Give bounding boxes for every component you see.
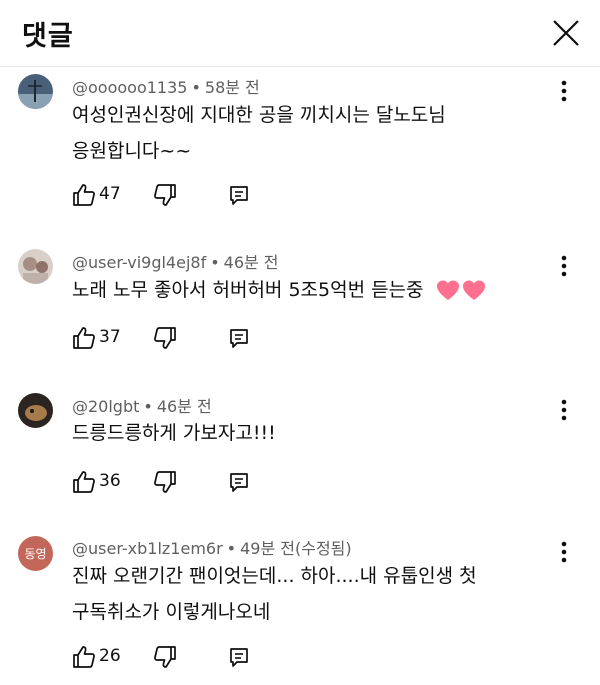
reply-icon[interactable] <box>228 324 250 352</box>
like-count: 37 <box>99 327 121 347</box>
comment-author[interactable]: @user-xb1lz1em6r <box>72 539 223 558</box>
avatar[interactable]: 동영 <box>18 536 53 571</box>
like-count: 36 <box>99 471 121 491</box>
more-options-icon[interactable] <box>556 78 572 104</box>
comment-text-line: 여성인권신장에 지대한 공을 끼치시는 달노도님 <box>72 104 446 126</box>
comment-text: 여성인권신장에 지대한 공을 끼치시는 달노도님 응원합니다~~ <box>72 97 446 169</box>
dislike-icon[interactable] <box>153 181 177 209</box>
comment-meta: @oooooo1135 • 58분 전 <box>72 78 260 97</box>
dislike-icon[interactable] <box>153 468 177 496</box>
like-count: 26 <box>99 646 121 666</box>
avatar[interactable] <box>18 393 53 428</box>
comment-text-line: 드릉드릉하게 가보자고!!! <box>72 422 276 444</box>
comment-item: @user-vi9gl4ej8f • 46분 전 노래 노무 좋아서 허버허버 5조… <box>0 245 600 365</box>
comment-text-line: 구독취소가 이렇게나오네 <box>72 601 271 623</box>
reply-icon[interactable] <box>228 643 250 671</box>
like-count: 47 <box>99 184 121 204</box>
comment-meta: @user-xb1lz1em6r • 49분 전(수정됨) <box>72 539 352 558</box>
dislike-icon[interactable] <box>153 643 177 671</box>
comment-author[interactable]: @20lgbt <box>72 397 139 416</box>
comment-time: 58분 전 <box>204 78 260 97</box>
comment-time: 46분 전 <box>223 253 279 272</box>
comment-text: 진짜 오랜기간 팬이엇는데... 하아....내 유툽인생 첫 구독취소가 이렇… <box>72 558 477 630</box>
avatar[interactable] <box>18 74 53 109</box>
comment-author[interactable]: @oooooo1135 <box>72 78 187 97</box>
comment-text-line: 응원합니다~~ <box>72 140 192 162</box>
reply-icon[interactable] <box>228 181 250 209</box>
avatar-initials: 동영 <box>24 547 47 561</box>
comment-text-line: 진짜 오랜기간 팬이엇는데... 하아....내 유툽인생 첫 <box>72 565 477 587</box>
more-options-icon[interactable] <box>556 253 572 279</box>
close-icon[interactable] <box>549 16 583 50</box>
more-options-icon[interactable] <box>556 397 572 423</box>
like-icon[interactable] <box>72 643 96 671</box>
dislike-icon[interactable] <box>153 324 177 352</box>
comment-meta: @20lgbt • 46분 전 <box>72 397 212 416</box>
more-options-icon[interactable] <box>556 539 572 565</box>
panel-title: 댓글 <box>22 21 74 52</box>
comment-text-line: 노래 노무 좋아서 허버허버 5조5억번 듣는중 <box>72 279 424 301</box>
like-icon[interactable] <box>72 324 96 352</box>
comment-meta: @user-vi9gl4ej8f • 46분 전 <box>72 253 279 272</box>
comment-time: 49분 전(수정됨) <box>240 539 352 558</box>
comment-author[interactable]: @user-vi9gl4ej8f <box>72 253 206 272</box>
reply-icon[interactable] <box>228 468 250 496</box>
comment-time: 46분 전 <box>156 397 212 416</box>
comment-item: @20lgbt • 46분 전 드릉드릉하게 가보자고!!! 36 <box>0 390 600 505</box>
comment-item: @oooooo1135 • 58분 전 여성인권신장에 지대한 공을 끼치시는 달노… <box>0 70 600 215</box>
comment-text: 드릉드릉하게 가보자고!!! <box>72 415 276 451</box>
avatar[interactable] <box>18 249 53 284</box>
comment-item: 동영 @user-xb1lz1em6r • 49분 전(수정됨) 진짜 오랜기간 팬… <box>0 533 600 683</box>
like-icon[interactable] <box>72 181 96 209</box>
heart-icons <box>436 280 485 300</box>
comments-header: 댓글 <box>0 0 600 67</box>
comment-text: 노래 노무 좋아서 허버허버 5조5억번 듣는중 <box>72 272 488 308</box>
like-icon[interactable] <box>72 468 96 496</box>
